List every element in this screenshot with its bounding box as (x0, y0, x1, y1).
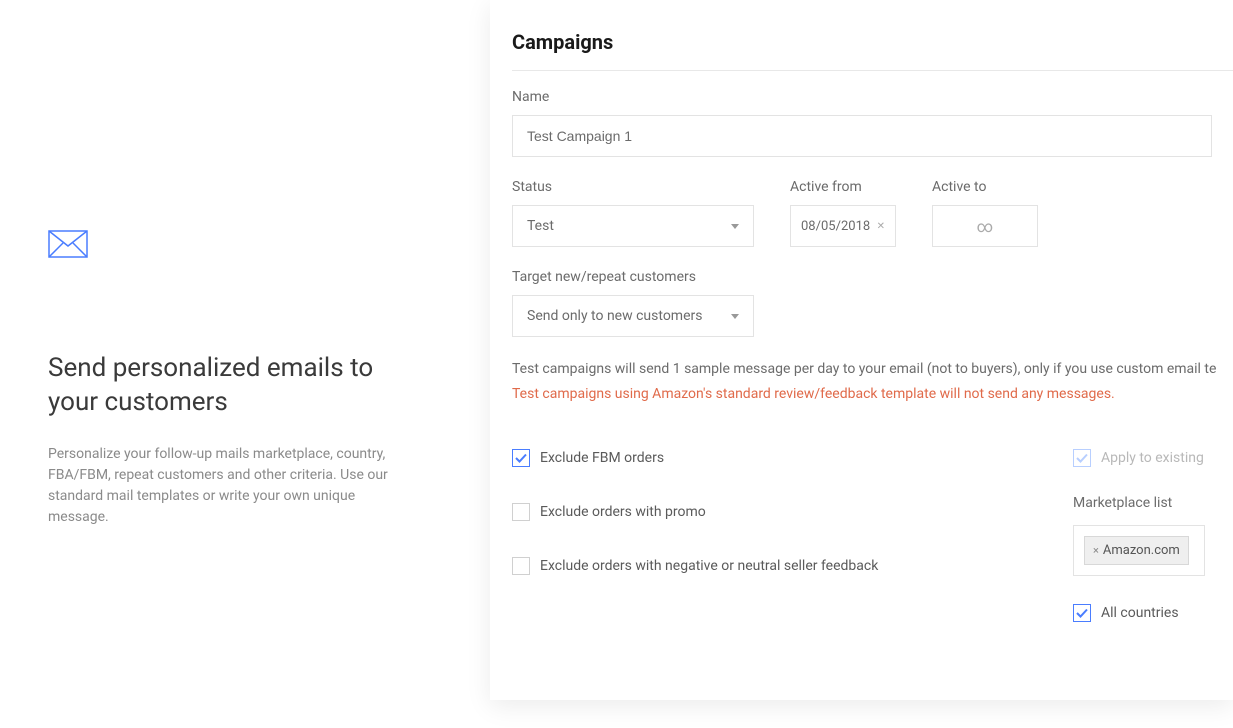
card-title: Campaigns (512, 30, 1233, 54)
checkbox-label: Exclude orders with negative or neutral … (540, 558, 878, 574)
active-from-label: Active from (790, 179, 896, 195)
chevron-down-icon (731, 314, 739, 319)
left-title: Send personalized emails to your custome… (48, 352, 418, 420)
active-from-input[interactable]: 08/05/2018 ✕ (790, 205, 896, 247)
checkbox-icon (1073, 449, 1091, 467)
checkbox-icon (512, 557, 530, 575)
checkbox-label: All countries (1101, 605, 1179, 621)
left-description: Personalize your follow-up mails marketp… (48, 444, 418, 528)
checkbox-label: Exclude orders with promo (540, 504, 706, 520)
target-value: Send only to new customers (527, 308, 702, 324)
status-label: Status (512, 179, 754, 195)
exclude-promo-checkbox[interactable]: Exclude orders with promo (512, 503, 1023, 521)
active-to-value: ∞ (977, 217, 993, 236)
active-from-value: 08/05/2018 (801, 219, 870, 234)
checkbox-label: Exclude FBM orders (540, 450, 664, 466)
test-note-warning: Test campaigns using Amazon's standard r… (512, 384, 1233, 405)
active-to-input[interactable]: ∞ (932, 205, 1038, 247)
exclude-fbm-checkbox[interactable]: Exclude FBM orders (512, 449, 1023, 467)
clear-date-icon[interactable]: ✕ (877, 221, 885, 232)
name-label: Name (512, 89, 1233, 105)
status-value: Test (527, 218, 554, 234)
target-label: Target new/repeat customers (512, 269, 1233, 285)
marketplace-list[interactable]: × Amazon.com (1073, 525, 1205, 576)
checkbox-icon (512, 503, 530, 521)
tag-label: Amazon.com (1103, 543, 1180, 558)
all-countries-checkbox[interactable]: All countries (1073, 604, 1233, 622)
marketplace-label: Marketplace list (1073, 495, 1233, 511)
marketplace-tag: × Amazon.com (1084, 536, 1189, 565)
active-to-label: Active to (932, 179, 1038, 195)
checkbox-label: Apply to existing (1101, 450, 1204, 466)
divider (512, 70, 1233, 71)
target-select[interactable]: Send only to new customers (512, 295, 754, 337)
left-panel: Send personalized emails to your custome… (48, 230, 418, 528)
remove-tag-icon[interactable]: × (1093, 544, 1099, 557)
envelope-icon (48, 230, 88, 258)
name-input[interactable] (512, 115, 1212, 157)
campaign-form-card: Campaigns Name Status Test Active from 0… (490, 0, 1233, 700)
chevron-down-icon (731, 224, 739, 229)
checkbox-icon (512, 449, 530, 467)
apply-existing-checkbox[interactable]: Apply to existing (1073, 449, 1233, 467)
status-select[interactable]: Test (512, 205, 754, 247)
test-note-line1: Test campaigns will send 1 sample messag… (512, 359, 1233, 380)
checkbox-icon (1073, 604, 1091, 622)
exclude-negative-checkbox[interactable]: Exclude orders with negative or neutral … (512, 557, 1023, 575)
